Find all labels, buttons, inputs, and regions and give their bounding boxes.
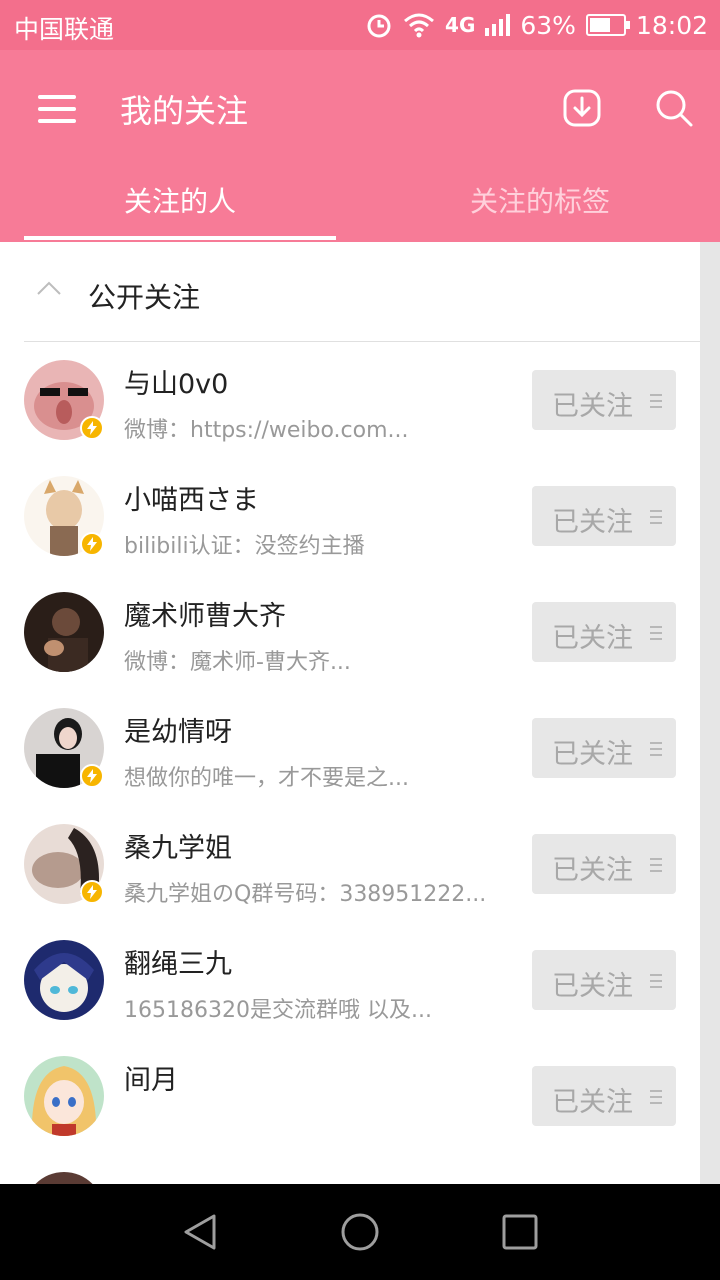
chevron-up-icon xyxy=(37,281,61,295)
user-name[interactable]: 翻绳三九 xyxy=(124,942,232,981)
verified-badge-icon xyxy=(80,416,104,440)
followed-button-label: 已关注 xyxy=(552,971,633,1002)
more-lines-icon xyxy=(650,626,662,644)
page-title: 我的关注 xyxy=(120,92,249,130)
avatar[interactable] xyxy=(24,940,104,1020)
list-item[interactable]: 桑九学姐 桑九学姐のQ群号码：338951222... 已关注 xyxy=(0,806,700,922)
alarm-icon xyxy=(367,14,391,38)
more-lines-icon xyxy=(650,742,662,760)
followed-button-label: 已关注 xyxy=(552,739,633,770)
app-bar: 我的关注 关注的人 关注的标签 xyxy=(0,50,720,242)
user-description: 微博：https://weibo.com... xyxy=(124,418,409,443)
more-lines-icon xyxy=(650,510,662,528)
followed-button-label: 已关注 xyxy=(552,623,633,654)
recent-apps-icon[interactable] xyxy=(500,1212,540,1252)
followed-button-label: 已关注 xyxy=(552,1087,633,1118)
avatar[interactable] xyxy=(24,1056,104,1136)
signal-icon xyxy=(485,14,511,36)
section-title: 公开关注 xyxy=(88,281,201,314)
user-description: 165186320是交流群哦 以及... xyxy=(124,998,432,1023)
user-name[interactable]: 小喵西さま xyxy=(124,478,259,517)
followed-button-label: 已关注 xyxy=(552,507,633,538)
user-description: 想做你的唯一，才不要是之... xyxy=(124,766,409,791)
avatar[interactable] xyxy=(24,1172,104,1184)
battery-icon xyxy=(585,14,630,36)
menu-icon[interactable] xyxy=(38,95,76,123)
tab-indicator xyxy=(24,236,336,240)
more-lines-icon xyxy=(650,1090,662,1108)
user-name[interactable]: 间月 xyxy=(124,1058,178,1097)
list-item[interactable]: 翻绳三九 165186320是交流群哦 以及... 已关注 xyxy=(0,922,700,1038)
list-item[interactable]: 是幼情呀 想做你的唯一，才不要是之... 已关注 xyxy=(0,690,700,806)
user-description: bilibili认证：没签约主播 xyxy=(124,534,365,559)
followed-button[interactable]: 已关注 xyxy=(532,718,676,778)
list-item[interactable]: 与山0v0 微博：https://weibo.com... 已关注 xyxy=(0,342,700,458)
network-type: 4G xyxy=(445,13,476,37)
clock: 18:02 xyxy=(635,10,708,40)
list-item-partial[interactable] xyxy=(0,1154,700,1184)
verified-badge-icon xyxy=(80,532,104,556)
scrollbar[interactable] xyxy=(700,242,720,1184)
avatar[interactable] xyxy=(24,592,104,672)
verified-badge-icon xyxy=(80,880,104,904)
followed-button-label: 已关注 xyxy=(552,855,633,886)
user-description: 桑九学姐のQ群号码：338951222... xyxy=(124,882,487,907)
back-icon[interactable] xyxy=(180,1212,220,1252)
tab-following-people[interactable]: 关注的人 xyxy=(24,180,336,220)
user-name[interactable]: 魔术师曹大齐 xyxy=(124,594,286,633)
search-icon[interactable] xyxy=(654,88,694,128)
battery-percent: 63% xyxy=(520,10,576,40)
verified-badge-icon xyxy=(80,764,104,788)
followed-button[interactable]: 已关注 xyxy=(532,950,676,1010)
follow-list-container[interactable]: 公开关注 与山0v0 微博：https://weibo.com... 已关注 小… xyxy=(0,242,700,1184)
followed-button[interactable]: 已关注 xyxy=(532,486,676,546)
status-bar: 中国联通 4G 63% 18:02 xyxy=(0,0,720,50)
user-name[interactable]: 是幼情呀 xyxy=(124,710,232,749)
list-item[interactable]: 间月 已关注 xyxy=(0,1038,700,1154)
more-lines-icon xyxy=(650,394,662,412)
list-item[interactable]: 小喵西さま bilibili认证：没签约主播 已关注 xyxy=(0,458,700,574)
list-item[interactable]: 魔术师曹大齐 微博：魔术师-曹大齐... 已关注 xyxy=(0,574,700,690)
followed-button[interactable]: 已关注 xyxy=(532,370,676,430)
wifi-icon xyxy=(404,13,435,38)
download-icon[interactable] xyxy=(562,88,602,128)
more-lines-icon xyxy=(650,974,662,992)
carrier-label: 中国联通 xyxy=(14,15,115,44)
tab-following-tags[interactable]: 关注的标签 xyxy=(384,180,696,220)
followed-button[interactable]: 已关注 xyxy=(532,834,676,894)
followed-button[interactable]: 已关注 xyxy=(532,1066,676,1126)
user-name[interactable]: 桑九学姐 xyxy=(124,826,232,865)
system-nav-bar xyxy=(0,1184,720,1280)
followed-button[interactable]: 已关注 xyxy=(532,602,676,662)
more-lines-icon xyxy=(650,858,662,876)
status-icons: 4G 63% 18:02 xyxy=(365,8,708,42)
followed-button-label: 已关注 xyxy=(552,391,633,422)
user-description: 微博：魔术师-曹大齐... xyxy=(124,650,351,675)
section-header-public[interactable]: 公开关注 xyxy=(24,242,700,342)
home-icon[interactable] xyxy=(340,1212,380,1252)
user-name[interactable]: 与山0v0 xyxy=(124,362,228,401)
